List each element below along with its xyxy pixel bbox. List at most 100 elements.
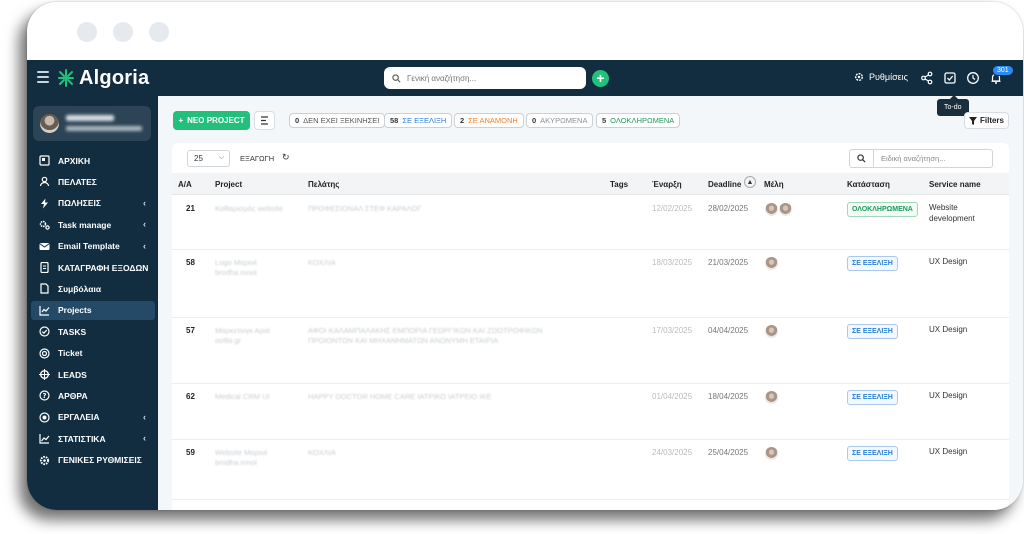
member-avatar[interactable] — [764, 256, 779, 271]
member-avatar[interactable] — [764, 202, 779, 217]
client-name-blurred[interactable]: ΚΟΧΛΙΑ — [308, 448, 336, 458]
search-icon — [857, 154, 866, 163]
sidebar-item-projects[interactable]: Projects — [31, 300, 155, 320]
sidebar-item-label: TASKS — [58, 326, 87, 337]
sidebar-item-ticket[interactable]: Ticket — [31, 344, 155, 363]
deadline-date: 28/02/2025 — [708, 204, 749, 213]
status-filter-chip[interactable]: 2 ΣΕ ΑΝΑΜΟΝΗ — [454, 113, 524, 128]
table-row[interactable]: 57 Μαρκετινγκ Αραί ασθα.gr ΑΦΟΙ ΚΑΛΑΜΠΑΛΑΚΗ… — [172, 318, 1009, 384]
chip-count: 58 — [390, 116, 399, 125]
global-search[interactable] — [384, 67, 586, 89]
projects-table-card: 25 ⌵ ΕΞΑΓΩΓΗ ↻ Ειδική αναζήτηση... Α/Α P… — [172, 143, 1009, 510]
quick-add-button[interactable]: + — [592, 70, 609, 87]
table-search-button[interactable] — [849, 149, 874, 168]
service-name: Website development — [929, 202, 975, 224]
status-badge: ΣΕ ΕΞΕΛΙΞΗ — [847, 390, 898, 405]
col-header-client[interactable]: Πελάτης — [308, 180, 339, 189]
row-id: 62 — [186, 392, 195, 401]
chevron-left-icon: ‹ — [143, 219, 146, 230]
status-filter-chip[interactable]: 0 ΔΕΝ ΕΧΕΙ ΞΕΚΙΝΗΣΕΙ — [289, 113, 386, 128]
table-row[interactable]: 21 Καθαρισμός website ΠΡΟΦΕΣΙΟΝΑΛ ΣΤΕΦ ΚΑΡ… — [172, 196, 1009, 250]
table-row[interactable]: 62 Medical CRM UI HAPPY DOCTOR HOME CARE Ι… — [172, 384, 1009, 440]
service-name-line: UX Design — [929, 257, 968, 266]
table-row[interactable]: 58 Logo Μαρινέ brodha.mnol ΚΟΧΛΙΑ 18/03/2025… — [172, 250, 1009, 318]
start-date: 17/03/2025 — [652, 326, 693, 335]
share-icon[interactable] — [920, 71, 934, 85]
service-name-line: development — [929, 214, 975, 223]
col-header-start[interactable]: Έναρξη — [652, 180, 682, 189]
user-icon — [39, 176, 50, 187]
col-header-members[interactable]: Μέλη — [764, 180, 784, 189]
project-name-blurred[interactable]: Website Μαρινέ brodha.mnol — [215, 448, 268, 468]
col-header-deadline[interactable]: Deadline — [708, 180, 741, 189]
member-avatar[interactable] — [764, 324, 779, 339]
window-dot[interactable] — [113, 22, 133, 42]
user-profile-card[interactable] — [33, 106, 151, 141]
chip-count: 2 — [460, 116, 465, 125]
settings-button[interactable]: Ρυθμίσεις — [854, 72, 908, 82]
logo-mark-icon — [58, 69, 74, 87]
global-search-input[interactable] — [407, 73, 577, 83]
table-search-input[interactable]: Ειδική αναζήτηση... — [873, 149, 993, 168]
status-filter-chip[interactable]: 58 ΣΕ ΕΞΕΛΙΞΗ — [384, 113, 453, 128]
row-id: 57 — [186, 326, 195, 335]
col-header-tags[interactable]: Tags — [610, 180, 628, 189]
sidebar-item-leads[interactable]: LEADS — [31, 365, 155, 384]
sidebar-item-πωλησεις[interactable]: ΠΩΛΗΣΕΙΣ ‹ — [31, 194, 155, 213]
profile-name-blurred — [66, 115, 114, 121]
clock-icon[interactable] — [966, 71, 980, 85]
client-name-blurred[interactable]: ΑΦΟΙ ΚΑΛΑΜΠΑΛΑΚΗΣ ΕΜΠΟΡΙΑ ΓΕΩΡΓΙΚΩΝ ΚΑΙ … — [308, 326, 543, 346]
sidebar-item-email-template[interactable]: Email Template ‹ — [31, 237, 155, 256]
member-avatar[interactable] — [764, 446, 779, 461]
window-dot[interactable] — [149, 22, 169, 42]
status-badge: ΣΕ ΕΞΕΛΙΞΗ — [847, 324, 898, 339]
project-name-blurred[interactable]: Medical CRM UI — [215, 392, 270, 402]
sidebar-item-label: Task manage — [58, 219, 112, 230]
sidebar-item-tasks[interactable]: TASKS — [31, 322, 155, 341]
member-avatar[interactable] — [778, 202, 793, 217]
new-project-button[interactable]: + ΝΕΟ PROJECT — [173, 111, 250, 130]
project-name-blurred[interactable]: Μαρκετινγκ Αραί ασθα.gr — [215, 326, 270, 346]
window-dot[interactable] — [77, 22, 97, 42]
page-size-select[interactable]: 25 ⌵ — [187, 150, 230, 167]
filters-button[interactable]: Filters — [964, 112, 1009, 129]
search-icon — [392, 73, 401, 82]
client-name-blurred[interactable]: HAPPY DOCTOR HOME CARE ΙΑΤΡΙΚΟ ΙΑΤΡΕΙΟ Ι… — [308, 392, 491, 402]
sidebar-item-task-manage[interactable]: Task manage ‹ — [31, 215, 155, 234]
sidebar-item-εργαλεια[interactable]: ΕΡΓΑΛΕΙΑ ‹ — [31, 408, 155, 427]
col-header-status[interactable]: Κατάσταση — [847, 180, 890, 189]
status-filter-chip[interactable]: 0 ΑΚΥΡΩΜΕΝΑ — [526, 113, 594, 128]
member-avatar[interactable] — [764, 390, 779, 405]
menu-icon[interactable] — [37, 71, 49, 85]
col-header-service[interactable]: Service name — [929, 180, 981, 189]
sidebar-item-πελατες[interactable]: ΠΕΛΑΤΕΣ — [31, 172, 155, 191]
client-name-blurred[interactable]: ΠΡΟΦΕΣΙΟΝΑΛ ΣΤΕΦ ΚΑΡΑΛΟΓ — [308, 204, 421, 214]
sidebar-item-αρθρα[interactable]: ? ΑΡΘΡΑ — [31, 386, 155, 405]
status-filter-chip[interactable]: 5 ΟΛΟΚΛΗΡΩΜΕΝΑ — [596, 113, 681, 128]
notification-badge: 301 — [992, 65, 1014, 76]
sidebar-item-καταγραφη-εξοδων[interactable]: ΚΑΤΑΓΡΑΦΗ ΕΞΟΔΩΝ — [31, 258, 155, 277]
col-header-id[interactable]: Α/Α — [178, 180, 192, 189]
export-button[interactable]: ΕΞΑΓΩΓΗ — [240, 154, 274, 163]
sidebar-item-label: Συμβόλαια — [58, 283, 102, 294]
sort-asc-icon[interactable]: ▲ — [744, 176, 756, 188]
chip-count: 0 — [295, 116, 300, 125]
check-circle-icon — [39, 326, 50, 337]
list-icon — [261, 116, 268, 125]
refresh-icon[interactable]: ↻ — [282, 152, 290, 163]
table-row[interactable]: 59 Website Μαρινέ brodha.mnol ΚΟΧΛΙΑ 24/03/2… — [172, 440, 1009, 500]
sidebar-item-αρχικη[interactable]: ΑΡΧΙΚΗ — [31, 151, 155, 170]
deadline-date: 18/04/2025 — [708, 392, 749, 401]
chip-label: ΣΕ ΕΞΕΛΙΞΗ — [402, 116, 447, 125]
brand-logo[interactable]: Algoria — [57, 66, 149, 90]
client-name-blurred[interactable]: ΚΟΧΛΙΑ — [308, 258, 336, 268]
sidebar-item-στατιστικα[interactable]: ΣΤΑΤΙΣΤΙΚΑ ‹ — [31, 429, 155, 448]
list-view-button[interactable] — [254, 111, 275, 130]
project-name-blurred[interactable]: Καθαρισμός website — [215, 204, 283, 214]
sidebar-item-συμβόλαια[interactable]: Συμβόλαια — [31, 279, 155, 298]
col-header-project[interactable]: Project — [215, 180, 242, 189]
sidebar-item-γενικες-ρυθμισεις[interactable]: ΓΕΝΙΚΕΣ ΡΥΘΜΙΣΕΙΣ — [31, 451, 155, 470]
project-name-blurred[interactable]: Logo Μαρινέ brodha.mnol — [215, 258, 257, 278]
todo-icon[interactable] — [943, 71, 957, 85]
top-app-bar: Algoria + Ρυθμίσεις 301 — [27, 60, 1023, 96]
